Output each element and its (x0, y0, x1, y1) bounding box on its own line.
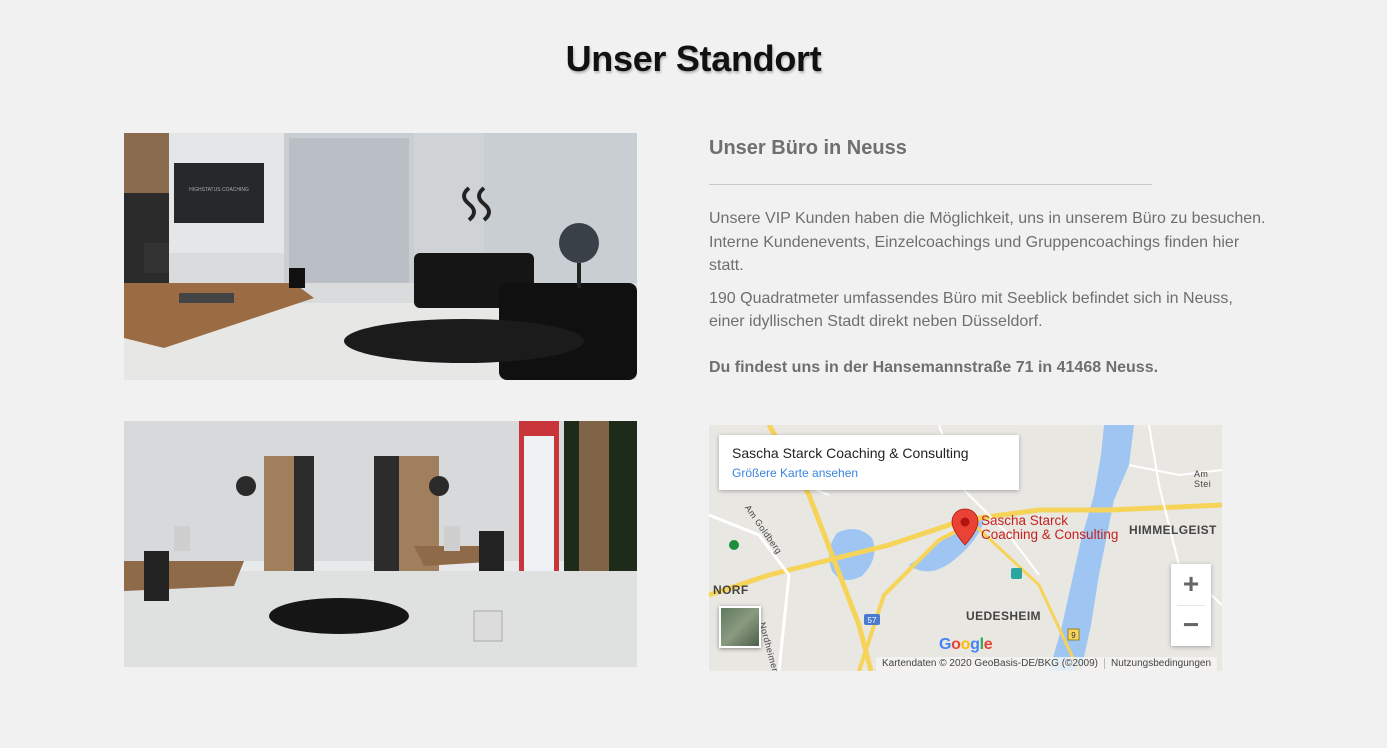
title-light: Unser (565, 38, 676, 79)
page-title: Unser Standort (0, 38, 1387, 80)
map-attribution: Kartendaten © 2020 GeoBasis-DE/BKG (©200… (876, 657, 1218, 671)
svg-text:HIGHSTATUS COACHING: HIGHSTATUS COACHING (189, 187, 249, 193)
divider (709, 184, 1152, 185)
zoom-out-button[interactable]: − (1171, 605, 1211, 646)
map-place-name: Sascha Starck Coaching & Consulting (732, 445, 969, 461)
office-photo-lounge: HIGHSTATUS COACHING (124, 133, 637, 380)
google-logo: Google (939, 636, 993, 653)
office-address: Du findest uns in der Hansemannstraße 71… (709, 358, 1159, 376)
office-photo-workspace (124, 421, 637, 667)
larger-map-link[interactable]: Größere Karte ansehen (732, 466, 1006, 480)
title-bold: Standort (675, 38, 822, 79)
office-size-text: 190 Quadratmeter umfassendes Büro mit Se… (709, 289, 1233, 331)
satellite-toggle-button[interactable] (719, 606, 761, 648)
zoom-divider (1177, 605, 1205, 606)
embedded-map[interactable]: 57 9 Sascha Starck Coaching & Consulting… (709, 425, 1222, 671)
map-data-credit: Kartendaten © 2020 GeoBasis-DE/BKG (©200… (882, 658, 1098, 669)
map-label-uedesheim: UEDESHEIM (966, 609, 1041, 623)
office-title: Unser Büro in Neuss (709, 137, 907, 159)
terms-link[interactable]: Nutzungsbedingungen (1103, 658, 1212, 669)
svg-text:9: 9 (1071, 631, 1076, 640)
marker-label[interactable]: Sascha Starck Coaching & Consulting (981, 514, 1118, 542)
marker-label-line2: Coaching & Consulting (981, 527, 1119, 542)
office-info: Unser Büro in Neuss Unsere VIP Kunden ha… (709, 135, 1269, 379)
svg-text:57: 57 (868, 616, 877, 625)
zoom-in-button[interactable]: + (1171, 564, 1211, 605)
zoom-controls: + − (1171, 564, 1211, 646)
map-place-card: Sascha Starck Coaching & Consulting Größ… (719, 435, 1019, 490)
map-label-himmelgeist: HIMMELGEIST (1129, 523, 1217, 537)
office-description: Unsere VIP Kunden haben die Möglichkeit,… (709, 210, 1266, 274)
map-label-norf: NORF (713, 583, 749, 597)
marker-label-line1: Sascha Starck (981, 513, 1069, 528)
map-label-am-stei: Am Stei (1194, 469, 1212, 489)
